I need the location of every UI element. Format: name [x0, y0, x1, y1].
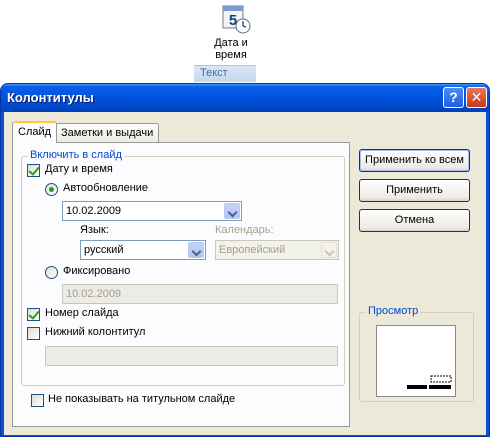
apply-button[interactable]: Применить	[359, 179, 470, 202]
cancel-button[interactable]: Отмена	[359, 209, 470, 232]
fixed-radio[interactable]	[45, 266, 58, 279]
preview-group: Просмотр	[359, 305, 474, 402]
fixed-label: Фиксировано	[63, 265, 131, 277]
footer-label: Нижний колонтитул	[45, 326, 146, 338]
help-button[interactable]: ?	[443, 87, 464, 108]
dialog-titlebar[interactable]: Колонтитулы ? ✕	[1, 84, 489, 112]
language-label: Язык:	[80, 224, 109, 236]
close-button[interactable]: ✕	[466, 87, 487, 108]
include-group: Включить в слайд Дату и время Автообновл…	[21, 149, 345, 386]
chevron-down-icon	[321, 242, 337, 258]
auto-update-radio[interactable]	[45, 183, 58, 196]
date-time-ribbon-label: Дата и время	[214, 37, 248, 61]
dialog-title: Колонтитулы	[7, 90, 94, 105]
slide-tab-panel: Включить в слайд Дату и время Автообновл…	[12, 142, 350, 427]
tab-slide[interactable]: Слайд	[12, 121, 58, 143]
preview-placeholders-icon	[380, 375, 452, 390]
auto-update-label: Автообновление	[63, 182, 149, 194]
dialog-client: Слайд Заметки и выдачи Включить в слайд …	[4, 112, 486, 435]
date-time-checkbox[interactable]	[27, 164, 40, 177]
header-footer-dialog: Колонтитулы ? ✕ Слайд Заметки и выдачи В…	[0, 83, 490, 437]
calendar-combo: Европейский	[215, 240, 339, 260]
auto-date-value: 10.02.2009	[66, 205, 122, 217]
apply-all-button[interactable]: Применить ко всем	[359, 149, 470, 172]
language-value: русский	[84, 244, 124, 256]
dont-show-title-checkbox[interactable]	[31, 394, 44, 407]
date-time-label: Дату и время	[45, 163, 113, 175]
calendar-label: Календарь:	[215, 224, 274, 236]
chevron-down-icon[interactable]	[188, 242, 204, 258]
preview-label: Просмотр	[366, 305, 421, 317]
preview-slide-thumbnail	[376, 325, 456, 397]
slide-number-checkbox[interactable]	[27, 308, 40, 321]
calendar-value: Европейский	[219, 244, 286, 256]
date-time-ribbon-button[interactable]: 5 Дата и время	[206, 0, 256, 66]
tab-notes-handouts[interactable]: Заметки и выдачи	[55, 123, 160, 143]
fixed-date-field[interactable]: 10.02.2009	[62, 284, 338, 304]
chevron-down-icon[interactable]	[224, 203, 240, 219]
language-combo[interactable]: русский	[80, 240, 206, 260]
footer-text-field[interactable]	[45, 346, 338, 366]
auto-date-combo[interactable]: 10.02.2009	[62, 201, 242, 221]
footer-checkbox[interactable]	[27, 327, 40, 340]
include-group-label: Включить в слайд	[28, 149, 124, 161]
dont-show-title-label: Не показывать на титульном слайде	[48, 393, 236, 405]
slide-number-label: Номер слайда	[45, 307, 119, 319]
calendar-clock-icon: 5	[222, 5, 251, 34]
ribbon-group-text: Текст	[194, 65, 256, 82]
